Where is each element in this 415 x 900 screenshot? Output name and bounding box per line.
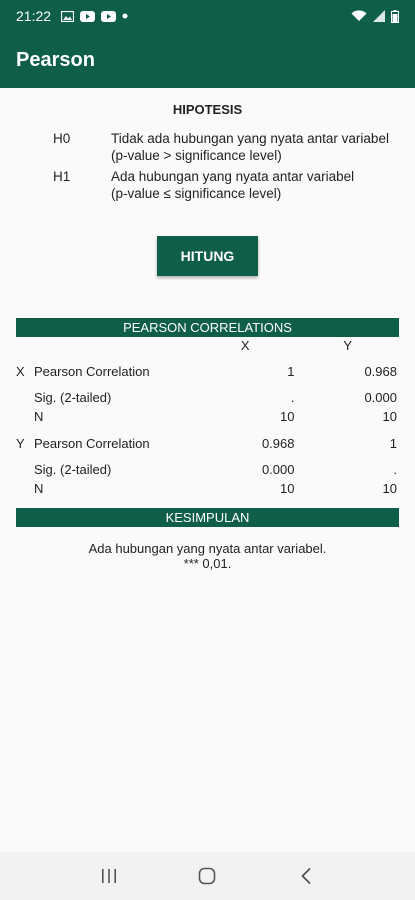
cell-value: 0.000: [364, 390, 397, 405]
kesimpulan-text: Ada hubungan yang nyata antar variabel. …: [16, 541, 399, 571]
h0-text: Tidak ada hubungan yang nyata antar vari…: [111, 131, 389, 146]
youtube-icon: [80, 10, 96, 22]
kesimpulan-line-1: Ada hubungan yang nyata antar variabel.: [88, 541, 327, 556]
cell-value: 10: [382, 481, 397, 496]
cell-value: 10: [280, 409, 295, 424]
main-content: HIPOTESIS H0 Tidak ada hubungan yang nya…: [0, 102, 415, 571]
table-row: Sig. (2-tailed) . 0.000: [16, 388, 399, 407]
group-label-y: Y: [16, 435, 25, 451]
table-row: N 10 10: [16, 407, 399, 426]
h1-note: (p-value ≤ significance level): [111, 186, 282, 201]
dot-icon: [122, 13, 128, 19]
kesimpulan-header: KESIMPULAN: [16, 508, 399, 527]
cell-value: 1: [389, 435, 397, 451]
row-label: N: [34, 481, 44, 496]
h1-label: H1: [53, 169, 71, 184]
column-header-y: Y: [343, 338, 353, 353]
hypothesis-h0: H0 Tidak ada hubungan yang nyata antar v…: [16, 130, 399, 164]
group-label-x: X: [16, 363, 25, 379]
h0-note: (p-value > significance level): [111, 148, 282, 163]
cell-value: 10: [280, 481, 295, 496]
battery-icon: [391, 9, 399, 23]
cell-value: 10: [382, 409, 397, 424]
hipotesis-title: HIPOTESIS: [172, 102, 243, 117]
row-label: Sig. (2-tailed): [34, 462, 112, 477]
image-icon: [61, 10, 75, 22]
correlations-table: X Y X Pearson Correlation 1 0.968 Sig. (…: [16, 337, 399, 498]
row-label: Pearson Correlation: [34, 435, 150, 451]
home-icon[interactable]: [187, 856, 227, 896]
cell-value: 1: [287, 363, 295, 379]
wifi-icon: [351, 10, 367, 22]
table-row: N 10 10: [16, 479, 399, 498]
hitung-button[interactable]: HITUNG: [157, 236, 258, 276]
table-row: Sig. (2-tailed) 0.000 .: [16, 460, 399, 479]
kesimpulan-line-2: *** 0,01.: [183, 556, 232, 571]
app-title: Pearson: [16, 48, 95, 71]
row-label: Sig. (2-tailed): [34, 390, 112, 405]
table-header-row: X Y: [16, 337, 399, 354]
cell-value: .: [290, 390, 295, 405]
app-bar: Pearson: [0, 32, 415, 88]
row-label: N: [34, 409, 44, 424]
hypothesis-h1: H1 Ada hubungan yang nyata antar variabe…: [16, 168, 399, 202]
status-time: 21:22: [16, 8, 52, 24]
recents-icon[interactable]: [89, 856, 129, 896]
pearson-correlations-header: PEARSON CORRELATIONS: [16, 318, 399, 337]
table-row: Y Pearson Correlation 0.968 1: [16, 426, 399, 460]
youtube-icon: [101, 10, 117, 22]
h1-text: Ada hubungan yang nyata antar variabel: [111, 169, 355, 184]
table-row: X Pearson Correlation 1 0.968: [16, 354, 399, 388]
cell-value: 0.968: [364, 363, 397, 379]
cell-value: 0.968: [261, 435, 295, 451]
cell-value: 0.000: [261, 462, 295, 477]
h0-label: H0: [53, 131, 71, 146]
navigation-bar: [0, 852, 415, 900]
cell-value: .: [393, 462, 397, 477]
back-icon[interactable]: [286, 856, 326, 896]
row-label: Pearson Correlation: [34, 363, 150, 379]
signal-icon: [373, 10, 385, 22]
status-bar: 21:22: [0, 0, 415, 32]
column-header-x: X: [240, 338, 250, 353]
